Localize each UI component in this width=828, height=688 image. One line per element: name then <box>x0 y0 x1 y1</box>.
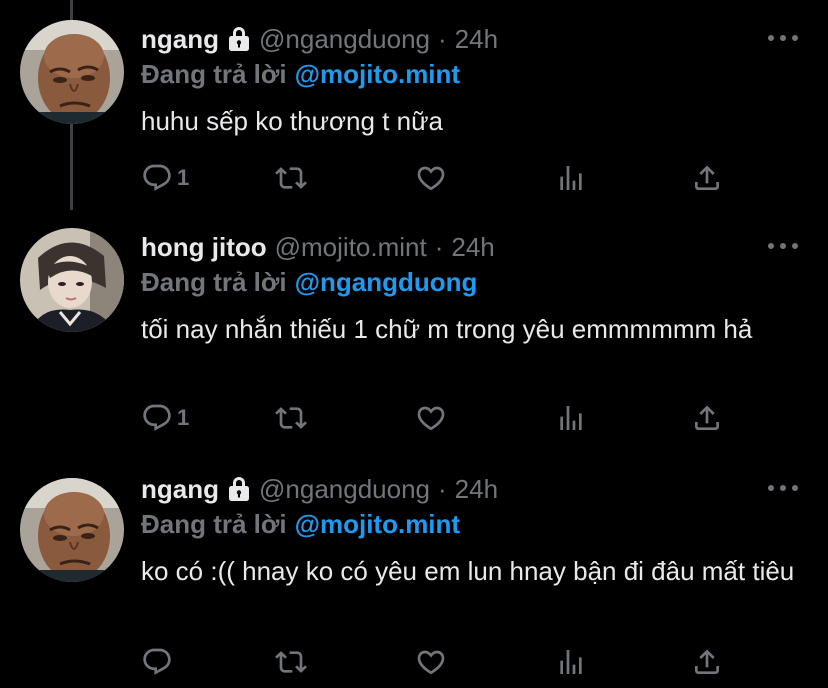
reply-mention-link[interactable]: @mojito.mint <box>295 509 460 539</box>
more-icon[interactable] <box>768 28 798 48</box>
timestamp[interactable]: 24h <box>451 232 494 263</box>
like-button[interactable] <box>415 158 447 198</box>
replying-to-label: Đang trả lời <box>141 267 287 297</box>
reply-icon <box>141 646 173 678</box>
replying-to-label: Đang trả lời <box>141 509 287 539</box>
tweet-header: ngang @ngangduong · 24h <box>141 22 798 56</box>
timestamp[interactable]: 24h <box>455 474 498 505</box>
tweet-header: hong jitoo @mojito.mint · 24h <box>141 230 798 264</box>
tweet-content: ngang @ngangduong · 24h Đang trả lời @moj… <box>141 472 798 589</box>
replying-to-label: Đang trả lời <box>141 59 287 89</box>
reply-icon <box>141 162 173 194</box>
like-button[interactable] <box>415 642 447 682</box>
like-icon <box>415 402 447 434</box>
tweet-text: huhu sếp ko thương t nữa <box>141 106 443 136</box>
tweet-text: tối nay nhắn thiếu 1 chữ m trong yêu emm… <box>141 314 753 344</box>
lock-icon <box>227 26 251 52</box>
young-man-avatar-icon <box>20 228 124 332</box>
share-button[interactable] <box>691 642 723 682</box>
like-button[interactable] <box>415 398 447 438</box>
display-name[interactable]: ngang <box>141 24 219 55</box>
views-button[interactable] <box>555 398 587 438</box>
like-icon <box>415 162 447 194</box>
retweet-icon <box>275 402 307 434</box>
replying-to: Đang trả lời @ngangduong <box>141 265 798 299</box>
reply-button[interactable]: 1 <box>141 158 189 198</box>
reply-mention-link[interactable]: @mojito.mint <box>295 59 460 89</box>
views-button[interactable] <box>555 642 587 682</box>
views-icon <box>555 646 587 678</box>
bald-man-avatar-icon <box>20 478 124 582</box>
action-bar <box>141 642 741 682</box>
action-bar: 1 <box>141 398 741 438</box>
replying-to: Đang trả lời @mojito.mint <box>141 57 798 91</box>
retweet-button[interactable] <box>275 398 307 438</box>
display-name[interactable]: ngang <box>141 474 219 505</box>
timestamp[interactable]: 24h <box>455 24 498 55</box>
separator-dot: · <box>438 23 447 54</box>
bald-man-avatar-icon <box>20 20 124 124</box>
share-icon <box>691 162 723 194</box>
tweet-content: ngang @ngangduong · 24h Đang trả lời @moj… <box>141 22 798 139</box>
separator-dot: · <box>438 473 447 504</box>
like-icon <box>415 646 447 678</box>
more-icon[interactable] <box>768 478 798 498</box>
display-name[interactable]: hong jitoo <box>141 232 267 263</box>
views-icon <box>555 402 587 434</box>
tweet[interactable]: ngang @ngangduong · 24h Đang trả lời @moj… <box>0 458 828 688</box>
tweet[interactable]: ngang @ngangduong · 24h Đang trả lời @moj… <box>0 0 828 220</box>
reply-count: 1 <box>177 405 190 430</box>
reply-icon <box>141 402 173 434</box>
retweet-button[interactable] <box>275 158 307 198</box>
replying-to: Đang trả lời @mojito.mint <box>141 507 798 541</box>
reply-count: 1 <box>177 165 190 190</box>
avatar[interactable] <box>20 228 124 332</box>
share-button[interactable] <box>691 158 723 198</box>
retweet-icon <box>275 646 307 678</box>
reply-button[interactable]: 1 <box>141 398 189 438</box>
tweet[interactable]: hong jitoo @mojito.mint · 24h Đang trả l… <box>0 220 828 458</box>
share-icon <box>691 646 723 678</box>
action-bar: 1 <box>141 158 741 198</box>
reply-button[interactable] <box>141 642 177 682</box>
separator-dot: · <box>434 231 444 262</box>
tweet-text: ko có :(( hnay ko có yêu em lun hnay bận… <box>141 556 795 586</box>
share-icon <box>691 402 723 434</box>
retweet-button[interactable] <box>275 642 307 682</box>
views-icon <box>555 162 587 194</box>
reply-mention-link[interactable]: @ngangduong <box>295 267 478 297</box>
tweet-header: ngang @ngangduong · 24h <box>141 472 798 506</box>
tweet-content: hong jitoo @mojito.mint · 24h Đang trả l… <box>141 230 798 347</box>
lock-icon <box>227 476 251 502</box>
views-button[interactable] <box>555 158 587 198</box>
retweet-icon <box>275 162 307 194</box>
more-icon[interactable] <box>768 236 798 256</box>
avatar[interactable] <box>20 478 124 582</box>
user-handle[interactable]: @mojito.mint <box>275 232 427 263</box>
share-button[interactable] <box>691 398 723 438</box>
user-handle[interactable]: @ngangduong <box>259 24 430 55</box>
user-handle[interactable]: @ngangduong <box>259 474 430 505</box>
avatar[interactable] <box>20 20 124 124</box>
